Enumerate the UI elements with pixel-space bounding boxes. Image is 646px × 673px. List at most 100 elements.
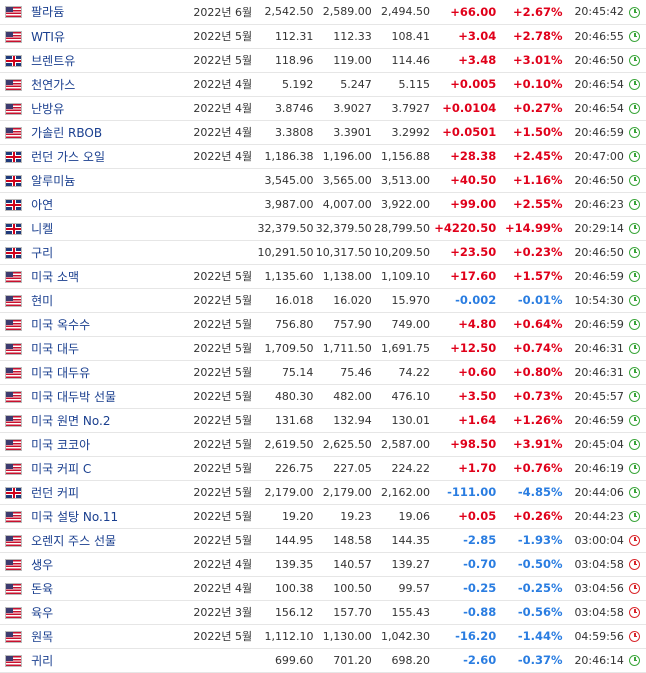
price-change: +0.60 bbox=[429, 360, 497, 385]
table-row[interactable]: 돈육 2022년 4월 100.38 100.50 99.57 -0.25 -0.25% 03… bbox=[0, 576, 646, 601]
update-time: 20:46:50 bbox=[562, 48, 624, 73]
high-price: 1,138.00 bbox=[313, 264, 372, 289]
commodity-link[interactable]: 미국 대두박 선물 bbox=[31, 390, 116, 404]
commodity-link[interactable]: 미국 코코아 bbox=[31, 438, 90, 452]
commodity-link[interactable]: 원목 bbox=[31, 630, 53, 644]
table-row[interactable]: 미국 원면 No.2 2022년 5월 131.68 132.94 130.01 +1.6… bbox=[0, 408, 646, 433]
table-row[interactable]: WTI유 2022년 5월 112.31 112.33 108.41 +3.04 +2.78… bbox=[0, 24, 646, 49]
table-row[interactable]: 런던 커피 2022년 5월 2,179.00 2,179.00 2,162.00 -11… bbox=[0, 480, 646, 505]
commodity-link[interactable]: 런던 커피 bbox=[31, 486, 79, 500]
table-row[interactable]: 육우 2022년 3월 156.12 157.70 155.43 -0.88 -0.56% 0… bbox=[0, 600, 646, 625]
flag-cell bbox=[0, 384, 28, 409]
price-change: +12.50 bbox=[429, 336, 497, 361]
table-row[interactable]: 미국 커피 C 2022년 5월 226.75 227.05 224.22 +1.70 +0… bbox=[0, 456, 646, 481]
table-row[interactable]: 미국 옥수수 2022년 5월 756.80 757.90 749.00 +4.80 +0.… bbox=[0, 312, 646, 337]
last-price: 2,542.50 bbox=[252, 0, 314, 25]
contract-month: 2022년 5월 bbox=[173, 432, 253, 457]
contract-month: 2022년 5월 bbox=[173, 504, 253, 529]
table-row[interactable]: 미국 대두 2022년 5월 1,709.50 1,711.50 1,691.75 +12… bbox=[0, 336, 646, 361]
flag-cell bbox=[0, 312, 28, 337]
table-row[interactable]: 천연가스 2022년 4월 5.192 5.247 5.115 +0.005 +0.10% 2… bbox=[0, 72, 646, 97]
last-price: 3.3808 bbox=[252, 120, 314, 145]
table-row[interactable]: 가솔린 RBOB 2022년 4월 3.3808 3.3901 3.2992 +0.050… bbox=[0, 120, 646, 145]
contract-month: 2022년 5월 bbox=[173, 456, 253, 481]
commodity-link[interactable]: 런던 가스 오일 bbox=[31, 150, 105, 164]
commodity-link[interactable]: 니켈 bbox=[31, 222, 53, 236]
commodity-link[interactable]: 미국 대두 bbox=[31, 342, 79, 356]
table-row[interactable]: 아연 3,987.00 4,007.00 3,922.00 +99.00 +2.55% 20… bbox=[0, 192, 646, 217]
commodity-link[interactable]: 미국 커피 C bbox=[31, 462, 91, 476]
commodity-name-cell: 팔라듐 bbox=[27, 0, 174, 25]
clock-green-icon bbox=[629, 295, 641, 306]
percent-change: +1.50% bbox=[496, 120, 563, 145]
commodity-link[interactable]: 천연가스 bbox=[31, 78, 75, 92]
last-price: 10,291.50 bbox=[252, 240, 314, 265]
clock-green-icon bbox=[629, 31, 641, 42]
commodity-link[interactable]: 미국 옥수수 bbox=[31, 318, 90, 332]
table-row[interactable]: 미국 소맥 2022년 5월 1,135.60 1,138.00 1,109.10 +17… bbox=[0, 264, 646, 289]
last-price: 3.8746 bbox=[252, 96, 314, 121]
commodity-link[interactable]: 돈육 bbox=[31, 582, 53, 596]
commodity-name-cell: 브렌트유 bbox=[27, 48, 174, 73]
table-row[interactable]: 알루미늄 3,545.00 3,565.00 3,513.00 +40.50 +1.16%… bbox=[0, 168, 646, 193]
table-row[interactable]: 구리 10,291.50 10,317.50 10,209.50 +23.50 +0.23… bbox=[0, 240, 646, 265]
table-row[interactable]: 런던 가스 오일 2022년 4월 1,186.38 1,196.00 1,156.88… bbox=[0, 144, 646, 169]
commodity-name-cell: 미국 대두 bbox=[27, 336, 174, 361]
table-row[interactable]: 오렌지 주스 선물 2022년 5월 144.95 148.58 144.35 -2.85… bbox=[0, 528, 646, 553]
us-flag-icon bbox=[5, 582, 22, 595]
commodity-link[interactable]: 현미 bbox=[31, 294, 53, 308]
commodity-link[interactable]: 귀리 bbox=[31, 654, 53, 668]
us-flag-icon bbox=[5, 558, 22, 571]
commodity-link[interactable]: 아연 bbox=[31, 198, 53, 212]
market-status-cell bbox=[623, 576, 646, 601]
market-status-cell bbox=[623, 360, 646, 385]
table-row[interactable]: 니켈 32,379.50 32,379.50 28,799.50 +4220.50 +14… bbox=[0, 216, 646, 241]
price-change: +40.50 bbox=[429, 168, 497, 193]
table-row[interactable]: 미국 대두박 선물 2022년 5월 480.30 482.00 476.10 +3.50… bbox=[0, 384, 646, 409]
commodity-link[interactable]: WTI유 bbox=[31, 30, 65, 44]
last-price: 1,112.10 bbox=[252, 624, 314, 649]
table-row[interactable]: 생우 2022년 4월 139.35 140.57 139.27 -0.70 -0.50% 0… bbox=[0, 552, 646, 577]
commodity-link[interactable]: 미국 대두유 bbox=[31, 366, 90, 380]
table-row[interactable]: 미국 대두유 2022년 5월 75.14 75.46 74.22 +0.60 +0.80%… bbox=[0, 360, 646, 385]
clock-red-icon bbox=[629, 535, 641, 546]
commodity-link[interactable]: 가솔린 RBOB bbox=[31, 126, 102, 140]
flag-cell bbox=[0, 480, 28, 505]
commodity-link[interactable]: 팔라듐 bbox=[31, 5, 64, 19]
low-price: 5.115 bbox=[371, 72, 430, 97]
percent-change: -0.01% bbox=[496, 288, 563, 313]
percent-change: +2.45% bbox=[496, 144, 563, 169]
commodity-link[interactable]: 미국 소맥 bbox=[31, 270, 79, 284]
commodity-link[interactable]: 육우 bbox=[31, 606, 53, 620]
table-row[interactable]: 미국 코코아 2022년 5월 2,619.50 2,625.50 2,587.00 +9… bbox=[0, 432, 646, 457]
flag-cell bbox=[0, 624, 28, 649]
table-row[interactable]: 미국 설탕 No.11 2022년 5월 19.20 19.23 19.06 +0.05 +… bbox=[0, 504, 646, 529]
last-price: 131.68 bbox=[252, 408, 314, 433]
commodity-link[interactable]: 난방유 bbox=[31, 102, 64, 116]
table-row[interactable]: 귀리 699.60 701.20 698.20 -2.60 -0.37% 20:46:14 bbox=[0, 648, 646, 673]
percent-change: +0.26% bbox=[496, 504, 563, 529]
table-row[interactable]: 난방유 2022년 4월 3.8746 3.9027 3.7927 +0.0104 +0.2… bbox=[0, 96, 646, 121]
commodity-link[interactable]: 알루미늄 bbox=[31, 174, 75, 188]
low-price: 15.970 bbox=[371, 288, 430, 313]
high-price: 148.58 bbox=[313, 528, 372, 553]
table-row[interactable]: 팔라듐 2022년 6월 2,542.50 2,589.00 2,494.50 +66.0… bbox=[0, 0, 646, 25]
price-change: +0.005 bbox=[429, 72, 497, 97]
commodity-link[interactable]: 브렌트유 bbox=[31, 54, 75, 68]
commodity-link[interactable]: 생우 bbox=[31, 558, 53, 572]
clock-green-icon bbox=[629, 655, 641, 666]
commodity-link[interactable]: 미국 원면 No.2 bbox=[31, 414, 110, 428]
percent-change: +0.76% bbox=[496, 456, 563, 481]
price-change: +98.50 bbox=[429, 432, 497, 457]
commodity-link[interactable]: 미국 설탕 No.11 bbox=[31, 510, 118, 524]
commodity-link[interactable]: 오렌지 주스 선물 bbox=[31, 534, 116, 548]
commodity-link[interactable]: 구리 bbox=[31, 246, 53, 260]
high-price: 10,317.50 bbox=[313, 240, 372, 265]
table-row[interactable]: 브렌트유 2022년 5월 118.96 119.00 114.46 +3.48 +3.01… bbox=[0, 48, 646, 73]
contract-month bbox=[173, 168, 253, 193]
table-row[interactable]: 원목 2022년 5월 1,112.10 1,130.00 1,042.30 -16.20… bbox=[0, 624, 646, 649]
flag-cell bbox=[0, 600, 28, 625]
flag-cell bbox=[0, 192, 28, 217]
market-status-cell bbox=[623, 72, 646, 97]
table-row[interactable]: 현미 2022년 5월 16.018 16.020 15.970 -0.002 -0.01%… bbox=[0, 288, 646, 313]
